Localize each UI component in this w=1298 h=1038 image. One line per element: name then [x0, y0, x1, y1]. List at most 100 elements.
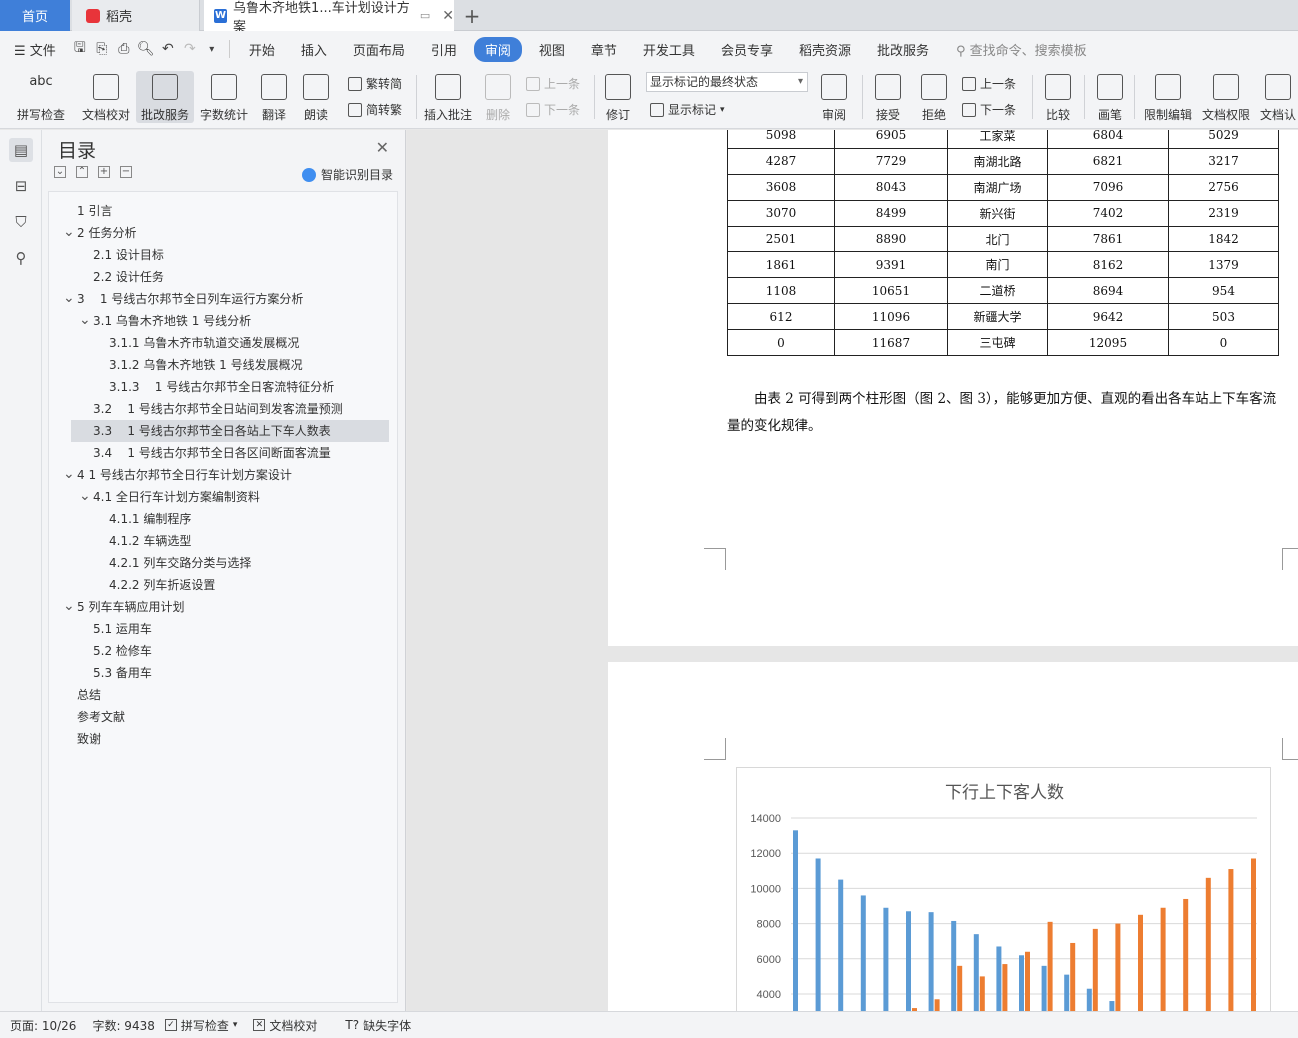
track-changes-button[interactable]: 修订 — [600, 71, 636, 123]
missing-font-indicator[interactable]: T? 缺失字体 — [345, 1017, 411, 1034]
new-tab-button[interactable]: + — [460, 0, 484, 31]
bookmark-icon[interactable]: ⛉ — [9, 210, 33, 234]
menu-layout[interactable]: 页面布局 — [340, 40, 418, 59]
proofread-button[interactable]: 文档校对 — [78, 71, 134, 123]
toc-item[interactable]: 总结 — [77, 684, 101, 706]
proofread-toggle[interactable]: ✕ 文档校对 — [253, 1017, 317, 1034]
close-icon[interactable]: ✕ — [376, 138, 389, 157]
toc-item[interactable]: 4.1.1 编制程序 — [109, 508, 191, 530]
prev-comment-button[interactable]: 上一条 — [526, 75, 580, 92]
chapter-icon[interactable]: ⊟ — [9, 174, 33, 198]
spell-check-button[interactable]: abc 拼写检查 — [10, 71, 72, 123]
document-area[interactable]: 5098 6905 工家菜 6804 5029 4287 7729 南湖北路 6821 3217 3… — [407, 130, 1298, 1011]
toc-item[interactable]: 4.1.2 车辆选型 — [109, 530, 191, 552]
toc-item[interactable]: 2 任务分析 — [77, 222, 136, 244]
toc-item[interactable]: 参考文献 — [77, 706, 125, 728]
menu-insert[interactable]: 插入 — [288, 40, 340, 59]
toc-item[interactable]: 5.1 运用车 — [93, 618, 152, 640]
preview-icon[interactable]: 🔍︎ — [135, 41, 157, 57]
chevron-down-icon[interactable]: ⌄ — [63, 290, 75, 306]
simp-to-trad-button[interactable]: 简转繁 — [348, 101, 402, 118]
chevron-down-icon[interactable]: ⌄ — [79, 312, 91, 328]
undo-icon[interactable]: ↶ — [157, 41, 179, 57]
prev-change-button[interactable]: 上一条 — [962, 75, 1016, 92]
menu-correction[interactable]: 批改服务 — [864, 40, 942, 59]
correction-service-button[interactable]: 批改服务 — [136, 71, 194, 123]
menu-member[interactable]: 会员专享 — [708, 40, 786, 59]
add-heading-icon[interactable]: + — [98, 166, 110, 178]
menu-devtools[interactable]: 开发工具 — [630, 40, 708, 59]
menu-reference[interactable]: 引用 — [418, 40, 470, 59]
display-state-select[interactable]: 显示标记的最终状态 — [646, 72, 808, 92]
toc-item[interactable]: 3.4 1 号线古尔邦节全日各区间断面客流量 — [93, 442, 331, 464]
restrict-editing-button[interactable]: 限制编辑 — [1140, 71, 1196, 123]
toc-item[interactable]: 4.2.1 列车交路分类与选择 — [109, 552, 251, 574]
review-pane-button[interactable]: 审阅 — [816, 71, 852, 123]
word-count-button[interactable]: 字数统计 — [196, 71, 252, 123]
toc-item[interactable]: 5.3 备用车 — [93, 662, 152, 684]
expand-all-icon[interactable]: ⌃ — [76, 166, 88, 178]
toc-item[interactable]: 2.2 设计任务 — [93, 266, 164, 288]
save-icon[interactable]: 🖫 — [69, 37, 91, 61]
delete-comment-button[interactable]: 删除 — [480, 71, 516, 123]
toc-item[interactable]: 3 1 号线古尔邦节全日列车运行方案分析 — [77, 288, 303, 310]
toc-item[interactable]: 3.1 乌鲁木齐地铁 1 号线分析 — [93, 310, 251, 332]
command-search[interactable]: ⚲ 查找命令、搜索模板 — [956, 40, 1087, 59]
chevron-down-icon[interactable]: ⌄ — [79, 488, 91, 504]
toc-item[interactable]: 5.2 检修车 — [93, 640, 152, 662]
menu-view[interactable]: 视图 — [526, 40, 578, 59]
redo-icon[interactable]: ↷ — [179, 41, 201, 57]
close-tab-icon[interactable]: ✕ — [442, 8, 454, 24]
print-icon[interactable]: ⎙ — [113, 41, 135, 57]
toc-item[interactable]: 4 1 号线古尔邦节全日行车计划方案设计 — [77, 464, 292, 486]
menu-section[interactable]: 章节 — [578, 40, 630, 59]
insert-comment-button[interactable]: 插入批注 — [420, 71, 476, 123]
accept-button[interactable]: 接受 — [870, 71, 906, 123]
doc-permission-button[interactable]: 文档权限 — [1200, 71, 1252, 123]
word-count-indicator[interactable]: 字数: 9438 — [92, 1017, 154, 1034]
show-marks-button[interactable]: 显示标记 ▾ — [650, 101, 725, 118]
toc-icon[interactable]: ▤ — [9, 138, 33, 162]
toc-item[interactable]: 5 列车车辆应用计划 — [77, 596, 184, 618]
toc-item[interactable]: 3.2 1 号线古尔邦节全日站间到发客流量预测 — [93, 398, 343, 420]
smart-toc-button[interactable]: 智能识别目录 — [301, 166, 393, 183]
chart-bar — [1228, 869, 1234, 1011]
customize-icon[interactable]: ▾ — [201, 44, 223, 55]
trad-to-simp-button[interactable]: 繁转简 — [348, 75, 402, 92]
translate-button[interactable]: 翻译 — [254, 71, 294, 123]
menu-daoke-resources[interactable]: 稻壳资源 — [786, 40, 864, 59]
toc-list: 1 引言 ⌄ 2 任务分析 2.1 设计目标 2.2 设计任务 ⌄ 3 1 号线古尔邦节全日… — [48, 191, 398, 1003]
next-change-button[interactable]: 下一条 — [962, 101, 1016, 118]
search-icon[interactable]: ⚲ — [9, 246, 33, 270]
toc-item[interactable]: 致谢 — [77, 728, 101, 750]
toc-item[interactable]: 4.1 全日行车计划方案编制资料 — [93, 486, 260, 508]
chevron-down-icon[interactable]: ⌄ — [63, 224, 75, 240]
pen-button[interactable]: 画笔 — [1092, 71, 1128, 123]
toc-item[interactable]: 3.3 1 号线古尔邦节全日各站上下车人数表 — [71, 420, 389, 442]
read-aloud-button[interactable]: 朗读 — [298, 71, 334, 123]
tab-daoke[interactable]: 稻壳 — [72, 0, 200, 31]
toc-item[interactable]: 3.1.1 乌鲁木齐市轨道交通发展概况 — [109, 332, 299, 354]
doc-cert-button[interactable]: 文档认 — [1258, 71, 1298, 123]
toc-item[interactable]: 4.2.2 列车折返设置 — [109, 574, 215, 596]
pin-icon[interactable]: ▭ — [420, 9, 430, 22]
spell-check-toggle[interactable]: ✓ 拼写检查 ▾ — [164, 1017, 237, 1034]
remove-heading-icon[interactable]: − — [120, 166, 132, 178]
toc-item[interactable]: 1 引言 — [77, 200, 112, 222]
file-menu[interactable]: ☰ 文件 — [0, 40, 69, 59]
next-comment-button[interactable]: 下一条 — [526, 101, 580, 118]
toc-item[interactable]: 2.1 设计目标 — [93, 244, 164, 266]
collapse-all-icon[interactable]: ⌄ — [54, 166, 66, 178]
toc-item[interactable]: 3.1.2 乌鲁木齐地铁 1 号线发展概况 — [109, 354, 303, 376]
chevron-down-icon[interactable]: ⌄ — [63, 466, 75, 482]
tab-home[interactable]: 首页 — [0, 0, 70, 31]
menu-start[interactable]: 开始 — [236, 40, 288, 59]
compare-button[interactable]: 比较 — [1040, 71, 1076, 123]
toc-item[interactable]: 3.1.3 1 号线古尔邦节全日客流特征分析 — [109, 376, 334, 398]
chevron-down-icon[interactable]: ⌄ — [63, 598, 75, 614]
page-indicator[interactable]: 页面: 10/26 — [10, 1017, 76, 1034]
tab-document[interactable]: W 乌鲁木齐地铁1...车计划设计方案 ▭ ✕ — [204, 0, 454, 35]
menu-review[interactable]: 审阅 — [473, 36, 522, 62]
reject-button[interactable]: 拒绝 — [916, 71, 952, 123]
export-icon[interactable]: ⎘ — [91, 41, 113, 57]
